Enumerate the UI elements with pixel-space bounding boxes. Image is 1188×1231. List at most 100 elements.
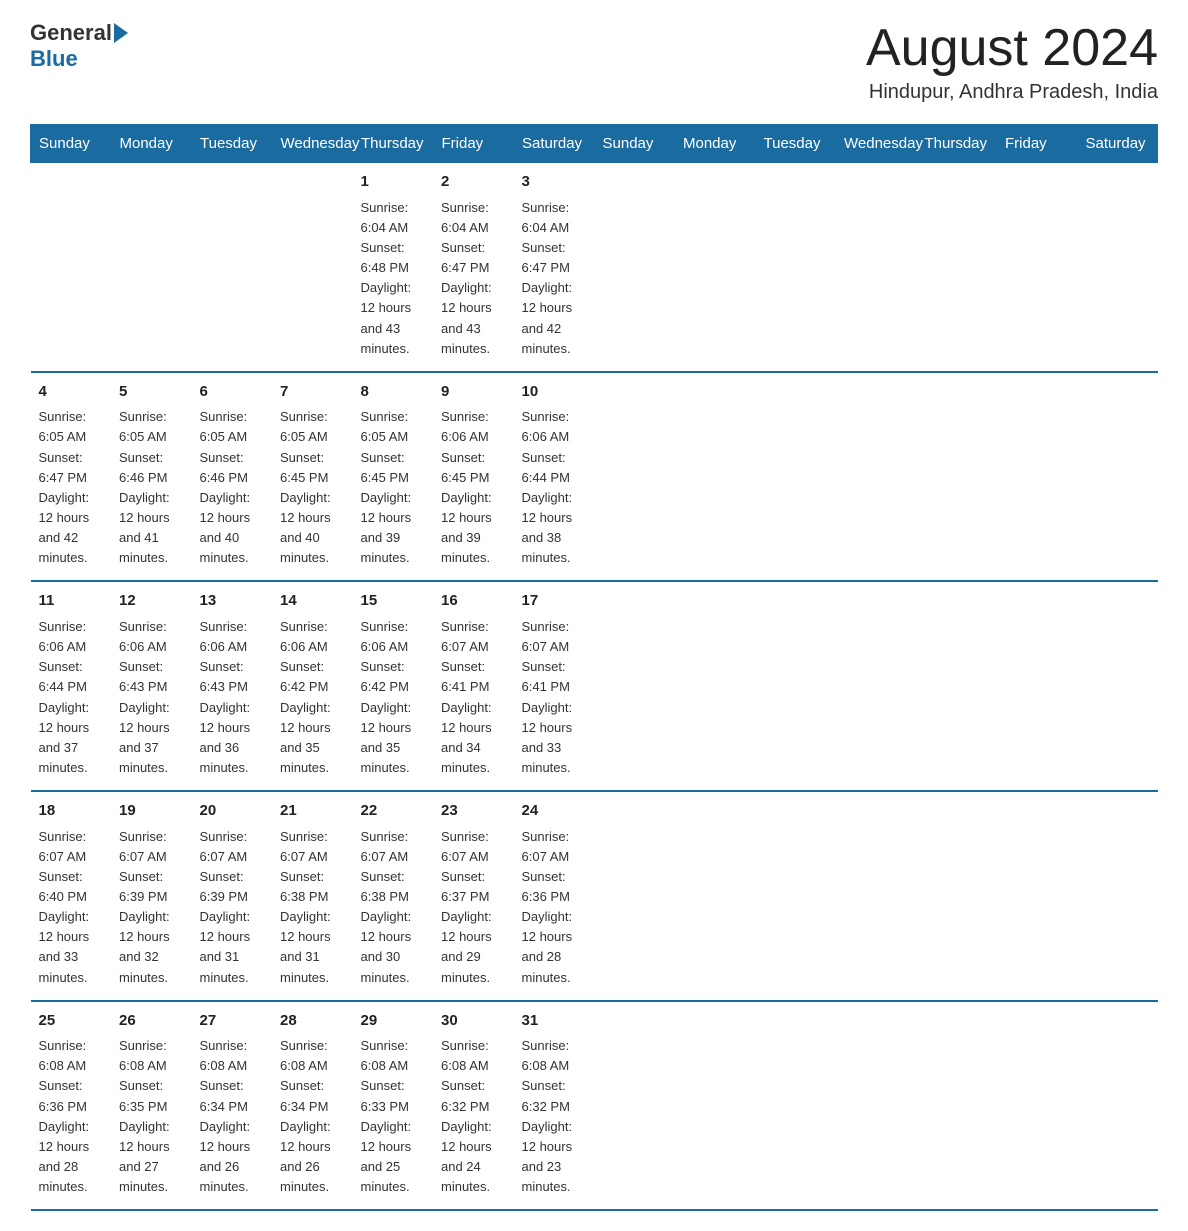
day-info: Sunrise: 6:08 AM Sunset: 6:32 PM Dayligh… — [522, 1038, 573, 1194]
calendar-cell: 6Sunrise: 6:05 AM Sunset: 6:46 PM Daylig… — [192, 372, 273, 582]
calendar-week-1: 1 Sunrise: 6:04 AM Sunset: 6:48 PM Daylig… — [31, 163, 1158, 372]
calendar-cell: 29 Sunrise: 6:08 AM Sunset: 6:33 PM Dayli… — [353, 1001, 434, 1211]
day-info: Sunrise: 6:06 AM Sunset: 6:43 PM Dayligh… — [200, 619, 251, 775]
day-number: 7 — [280, 381, 345, 404]
day-info: Sunrise: 6:06 AM Sunset: 6:44 PM Dayligh… — [39, 619, 90, 775]
header-sunday: Sunday — [594, 125, 675, 163]
calendar-week-3: 11 Sunrise: 6:06 AM Sunset: 6:44 PM Dayli… — [31, 581, 1158, 791]
day-info: Sunrise: 6:07 AM Sunset: 6:36 PM Dayligh… — [522, 829, 573, 985]
calendar-cell: 28 Sunrise: 6:08 AM Sunset: 6:34 PM Dayli… — [272, 1001, 353, 1211]
day-number: 28 — [280, 1010, 345, 1033]
calendar-cell: 21 Sunrise: 6:07 AM Sunset: 6:38 PM Dayli… — [272, 791, 353, 1001]
calendar-cell: 13 Sunrise: 6:06 AM Sunset: 6:43 PM Dayli… — [192, 581, 273, 791]
day-info: Sunrise: 6:08 AM Sunset: 6:35 PM Dayligh… — [119, 1038, 170, 1194]
day-info: Sunrise: 6:04 AM Sunset: 6:47 PM Dayligh… — [522, 200, 573, 356]
day-info: Sunrise: 6:04 AM Sunset: 6:47 PM Dayligh… — [441, 200, 492, 356]
day-info: Sunrise: 6:07 AM Sunset: 6:37 PM Dayligh… — [441, 829, 492, 985]
calendar-cell: 27 Sunrise: 6:08 AM Sunset: 6:34 PM Dayli… — [192, 1001, 273, 1211]
header-monday: Monday — [675, 125, 756, 163]
calendar-cell: 20Sunrise: 6:07 AM Sunset: 6:39 PM Dayli… — [192, 791, 273, 1001]
logo: General Blue — [30, 20, 130, 72]
day-info: Sunrise: 6:06 AM Sunset: 6:45 PM Dayligh… — [441, 409, 492, 565]
calendar-cell: 18Sunrise: 6:07 AM Sunset: 6:40 PM Dayli… — [31, 791, 112, 1001]
day-info: Sunrise: 6:08 AM Sunset: 6:34 PM Dayligh… — [280, 1038, 331, 1194]
header-wednesday: Wednesday — [836, 125, 917, 163]
day-info: Sunrise: 6:05 AM Sunset: 6:45 PM Dayligh… — [280, 409, 331, 565]
calendar-cell: 9 Sunrise: 6:06 AM Sunset: 6:45 PM Daylig… — [433, 372, 514, 582]
day-info: Sunrise: 6:07 AM Sunset: 6:38 PM Dayligh… — [361, 829, 412, 985]
day-info: Sunrise: 6:07 AM Sunset: 6:41 PM Dayligh… — [522, 619, 573, 775]
day-info: Sunrise: 6:05 AM Sunset: 6:45 PM Dayligh… — [361, 409, 412, 565]
calendar-cell: 30 Sunrise: 6:08 AM Sunset: 6:32 PM Dayli… — [433, 1001, 514, 1211]
day-number: 21 — [280, 800, 345, 823]
calendar-cell — [111, 163, 192, 372]
day-number: 19 — [119, 800, 184, 823]
day-number: 16 — [441, 590, 506, 613]
calendar-cell: 10Sunrise: 6:06 AM Sunset: 6:44 PM Dayli… — [514, 372, 595, 582]
calendar-cell — [31, 163, 112, 372]
calendar-cell: 15Sunrise: 6:06 AM Sunset: 6:42 PM Dayli… — [353, 581, 434, 791]
day-info: Sunrise: 6:06 AM Sunset: 6:42 PM Dayligh… — [361, 619, 412, 775]
calendar-cell: 22 Sunrise: 6:07 AM Sunset: 6:38 PM Dayli… — [353, 791, 434, 1001]
day-number: 1 — [361, 171, 426, 194]
day-number: 11 — [39, 590, 104, 613]
calendar-cell: 17 Sunrise: 6:07 AM Sunset: 6:41 PM Dayli… — [514, 581, 595, 791]
day-number: 22 — [361, 800, 426, 823]
calendar-cell — [272, 163, 353, 372]
header-friday: Friday — [433, 125, 514, 163]
day-number: 17 — [522, 590, 587, 613]
day-number: 31 — [522, 1010, 587, 1033]
calendar-subtitle: Hindupur, Andhra Pradesh, India — [866, 81, 1158, 104]
day-number: 24 — [522, 800, 587, 823]
header-friday: Friday — [997, 125, 1078, 163]
header-wednesday: Wednesday — [272, 125, 353, 163]
day-number: 13 — [200, 590, 265, 613]
calendar-cell: 5Sunrise: 6:05 AM Sunset: 6:46 PM Daylig… — [111, 372, 192, 582]
day-number: 2 — [441, 171, 506, 194]
day-number: 12 — [119, 590, 184, 613]
day-info: Sunrise: 6:04 AM Sunset: 6:48 PM Dayligh… — [361, 200, 412, 356]
calendar-week-5: 25Sunrise: 6:08 AM Sunset: 6:36 PM Dayli… — [31, 1001, 1158, 1211]
day-number: 20 — [200, 800, 265, 823]
day-info: Sunrise: 6:08 AM Sunset: 6:36 PM Dayligh… — [39, 1038, 90, 1194]
day-info: Sunrise: 6:07 AM Sunset: 6:38 PM Dayligh… — [280, 829, 331, 985]
calendar-cell: 2 Sunrise: 6:04 AM Sunset: 6:47 PM Daylig… — [433, 163, 514, 372]
day-number: 30 — [441, 1010, 506, 1033]
logo-arrow-icon — [114, 23, 128, 43]
day-info: Sunrise: 6:08 AM Sunset: 6:32 PM Dayligh… — [441, 1038, 492, 1194]
header-saturday: Saturday — [514, 125, 595, 163]
calendar-cell: 12 Sunrise: 6:06 AM Sunset: 6:43 PM Dayli… — [111, 581, 192, 791]
calendar-header-row: SundayMondayTuesdayWednesdayThursdayFrid… — [31, 125, 1158, 163]
logo-blue-text: Blue — [30, 46, 78, 72]
day-number: 9 — [441, 381, 506, 404]
calendar-cell: 31 Sunrise: 6:08 AM Sunset: 6:32 PM Dayli… — [514, 1001, 595, 1211]
calendar-cell: 4Sunrise: 6:05 AM Sunset: 6:47 PM Daylig… — [31, 372, 112, 582]
header-thursday: Thursday — [353, 125, 434, 163]
header-saturday: Saturday — [1077, 125, 1158, 163]
calendar-cell: 24 Sunrise: 6:07 AM Sunset: 6:36 PM Dayli… — [514, 791, 595, 1001]
day-number: 27 — [200, 1010, 265, 1033]
day-info: Sunrise: 6:08 AM Sunset: 6:34 PM Dayligh… — [200, 1038, 251, 1194]
calendar-cell: 11 Sunrise: 6:06 AM Sunset: 6:44 PM Dayli… — [31, 581, 112, 791]
calendar-cell: 23Sunrise: 6:07 AM Sunset: 6:37 PM Dayli… — [433, 791, 514, 1001]
calendar-week-2: 4Sunrise: 6:05 AM Sunset: 6:47 PM Daylig… — [31, 372, 1158, 582]
day-info: Sunrise: 6:07 AM Sunset: 6:41 PM Dayligh… — [441, 619, 492, 775]
day-info: Sunrise: 6:06 AM Sunset: 6:44 PM Dayligh… — [522, 409, 573, 565]
header-sunday: Sunday — [31, 125, 112, 163]
header-tuesday: Tuesday — [755, 125, 836, 163]
calendar-cell: 3 Sunrise: 6:04 AM Sunset: 6:47 PM Daylig… — [514, 163, 595, 372]
day-info: Sunrise: 6:06 AM Sunset: 6:43 PM Dayligh… — [119, 619, 170, 775]
header-monday: Monday — [111, 125, 192, 163]
day-info: Sunrise: 6:06 AM Sunset: 6:42 PM Dayligh… — [280, 619, 331, 775]
calendar-week-4: 18Sunrise: 6:07 AM Sunset: 6:40 PM Dayli… — [31, 791, 1158, 1001]
day-info: Sunrise: 6:08 AM Sunset: 6:33 PM Dayligh… — [361, 1038, 412, 1194]
day-number: 3 — [522, 171, 587, 194]
calendar-cell: 25Sunrise: 6:08 AM Sunset: 6:36 PM Dayli… — [31, 1001, 112, 1211]
calendar-cell: 1 Sunrise: 6:04 AM Sunset: 6:48 PM Daylig… — [353, 163, 434, 372]
day-number: 26 — [119, 1010, 184, 1033]
calendar-cell: 7 Sunrise: 6:05 AM Sunset: 6:45 PM Daylig… — [272, 372, 353, 582]
day-number: 29 — [361, 1010, 426, 1033]
calendar-cell: 8Sunrise: 6:05 AM Sunset: 6:45 PM Daylig… — [353, 372, 434, 582]
day-number: 18 — [39, 800, 104, 823]
day-info: Sunrise: 6:05 AM Sunset: 6:46 PM Dayligh… — [200, 409, 251, 565]
